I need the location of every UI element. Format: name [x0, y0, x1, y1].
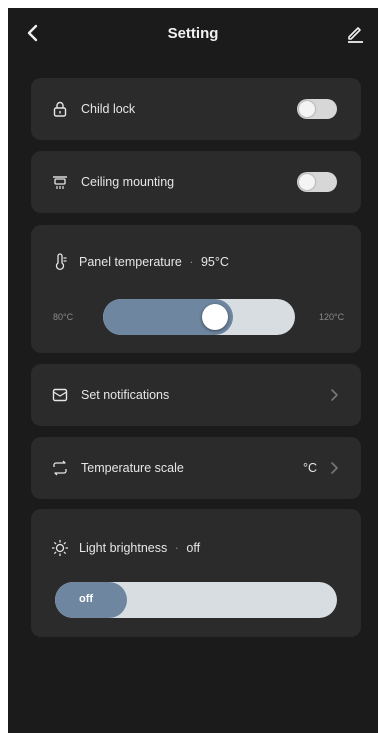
separator-dot: ·	[189, 255, 194, 269]
thermometer-icon	[51, 253, 69, 271]
max-temp-label: 120°C	[319, 312, 345, 322]
sun-icon	[51, 539, 69, 557]
ceiling-mounting-row[interactable]: Ceiling mounting	[31, 151, 361, 213]
ceiling-mounting-toggle[interactable]	[297, 172, 337, 192]
chevron-right-icon	[331, 389, 338, 401]
set-notifications-row[interactable]: Set notifications	[31, 364, 361, 426]
page-title: Setting	[167, 25, 219, 42]
chevron-right-icon	[331, 462, 338, 474]
lock-icon	[51, 100, 69, 118]
child-lock-label: Child lock	[81, 102, 136, 116]
panel-temperature-heading: Panel temperature · 95°C	[79, 255, 229, 269]
toggle-knob	[299, 101, 315, 117]
set-notifications-label: Set notifications	[81, 388, 170, 402]
swap-icon	[51, 459, 69, 477]
child-lock-toggle[interactable]	[297, 99, 337, 119]
top-bar: Setting	[8, 8, 378, 60]
light-slider-label: off	[79, 593, 94, 605]
slider-knob[interactable]	[201, 304, 228, 330]
child-lock-row[interactable]: Child lock	[31, 78, 361, 140]
light-brightness-label: Light brightness	[79, 541, 168, 555]
separator-dot: ·	[174, 541, 179, 555]
message-icon	[51, 386, 69, 404]
ceiling-mounting-label: Ceiling mounting	[81, 175, 175, 189]
min-temp-label: 80°C	[53, 312, 74, 322]
edit-button[interactable]	[344, 22, 366, 44]
pencil-icon	[348, 27, 363, 43]
temperature-scale-value: °C	[303, 461, 318, 475]
panel-temperature-card: Panel temperature · 95°C 80°C 120°C	[31, 225, 361, 353]
light-brightness-heading: Light brightness · off	[79, 541, 200, 555]
light-brightness-card: Light brightness · off off	[31, 509, 361, 637]
temperature-scale-row[interactable]: Temperature scale °C	[31, 437, 361, 499]
light-brightness-value: off	[186, 541, 201, 555]
panel-temperature-slider[interactable]	[103, 299, 295, 335]
ceiling-heater-icon	[51, 173, 69, 191]
light-brightness-slider[interactable]: off	[55, 582, 337, 618]
settings-screen: Setting Child lock Ceiling mounting Pane…	[8, 8, 378, 733]
temperature-scale-label: Temperature scale	[81, 461, 184, 475]
toggle-knob	[299, 174, 315, 190]
panel-temperature-value: 95°C	[200, 255, 229, 269]
panel-temperature-label: Panel temperature	[79, 255, 182, 269]
